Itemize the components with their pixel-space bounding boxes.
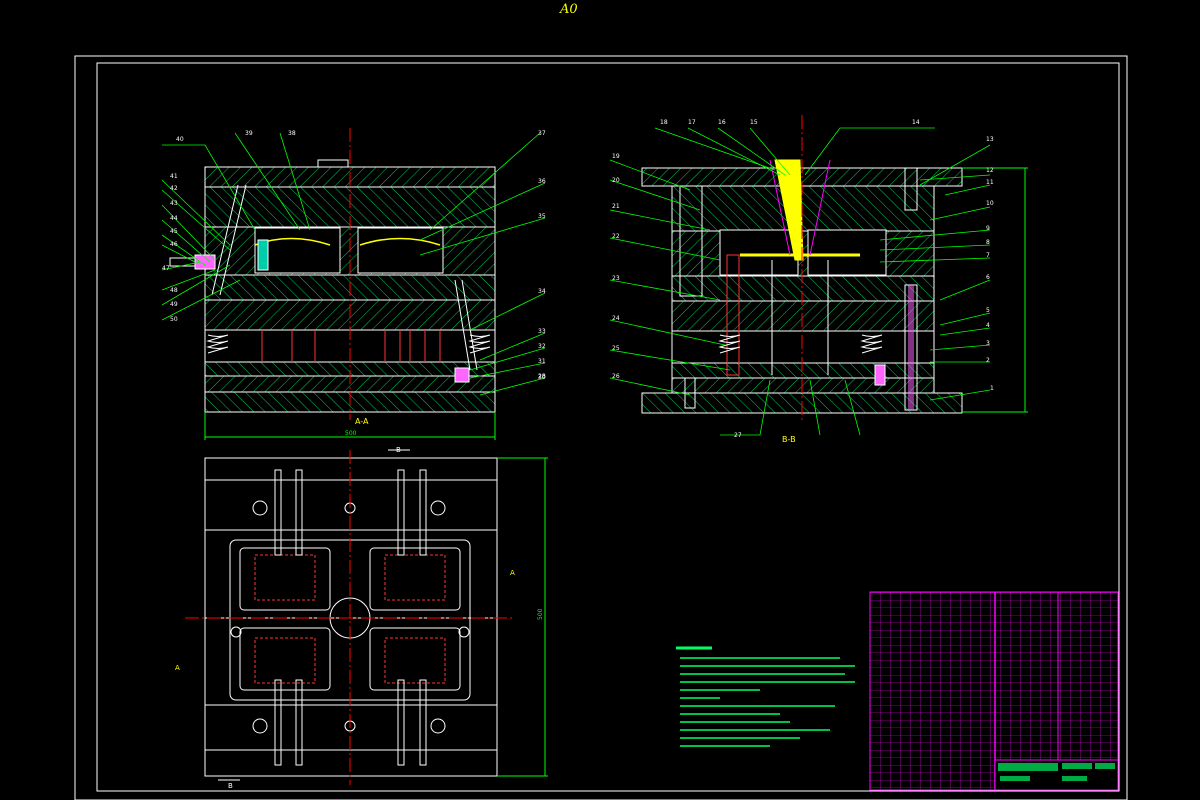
section-a-a-part-balloon: 39 bbox=[245, 130, 253, 137]
section-b-b-view: B-B bbox=[641, 115, 1028, 444]
section-a-a-part-balloon: 28 bbox=[538, 373, 546, 380]
section-b-b-part-balloon: 26 bbox=[612, 373, 620, 380]
section-b-b-part-balloon: 8 bbox=[986, 239, 990, 246]
section-b-b-part-balloon: 11 bbox=[986, 179, 994, 186]
section-a-a-part-balloon: 46 bbox=[170, 241, 178, 248]
section-a-a-part-balloon: 40 bbox=[176, 136, 184, 143]
section-b-b-part-balloon: 18 bbox=[660, 119, 668, 126]
section-b-b-part-balloon: 12 bbox=[986, 167, 994, 174]
section-b-b-part-balloon: 23 bbox=[612, 275, 620, 282]
section-a-a-part-balloon: 38 bbox=[288, 130, 296, 137]
section-b-b-part-balloon: 15 bbox=[750, 119, 758, 126]
section-a-a-part-balloon: 44 bbox=[170, 215, 178, 222]
section-a-a-part-balloon: 31 bbox=[538, 358, 546, 365]
section-b-b-part-balloon: 7 bbox=[986, 252, 990, 259]
section-b-b-part-balloon: 20 bbox=[612, 177, 620, 184]
section-a-a-part-balloon: 50 bbox=[170, 316, 178, 323]
plan-height-dimension: 500 bbox=[537, 608, 544, 620]
section-a-a-part-balloon: 49 bbox=[170, 301, 178, 308]
section-a-a-part-balloon: 45 bbox=[170, 228, 178, 235]
section-a-a-part-balloon: 37 bbox=[538, 130, 546, 137]
technical-requirements-notes bbox=[676, 646, 855, 747]
section-a-a-part-balloon: 47 bbox=[162, 265, 170, 272]
section-a-a-view: 500 A-A bbox=[169, 128, 496, 440]
section-b-b-part-balloon: 3 bbox=[986, 340, 990, 347]
section-b-b-part-balloon: 14 bbox=[912, 119, 920, 126]
section-a-a-part-balloon: 35 bbox=[538, 213, 546, 220]
section-a-a-part-balloon: 33 bbox=[538, 328, 546, 335]
section-b-b-part-balloon: 22 bbox=[612, 233, 620, 240]
plan-view: 500 B B A A bbox=[175, 446, 548, 790]
section-b-b-part-balloon: 16 bbox=[718, 119, 726, 126]
section-a-a-part-balloon: 41 bbox=[170, 173, 178, 180]
section-a-a-part-balloon: 34 bbox=[538, 288, 546, 295]
section-b-b-part-balloon: 2 bbox=[986, 357, 990, 364]
section-a-a-label: A-A bbox=[355, 417, 369, 426]
section-b-b-part-balloon: 27 bbox=[734, 432, 742, 439]
section-b-b-part-balloon: 1 bbox=[990, 385, 994, 392]
section-a-a-part-balloon: 36 bbox=[538, 178, 546, 185]
section-a-a-width-dimension: 500 bbox=[345, 430, 357, 437]
section-b-b-part-balloon: 24 bbox=[612, 315, 620, 322]
section-a-a-part-balloon: 42 bbox=[170, 185, 178, 192]
title-block bbox=[869, 591, 1119, 791]
plan-cut-b-bottom: B bbox=[228, 782, 233, 790]
section-b-b-part-balloon: 21 bbox=[612, 203, 620, 210]
section-b-b-part-balloon: 10 bbox=[986, 200, 994, 207]
section-b-b-part-balloon: 9 bbox=[986, 225, 990, 232]
section-b-b-part-balloon: 5 bbox=[986, 307, 990, 314]
section-b-b-part-balloon: 17 bbox=[688, 119, 696, 126]
section-b-b-part-balloon: 13 bbox=[986, 136, 994, 143]
section-a-a-part-balloon: 48 bbox=[170, 287, 178, 294]
section-b-b-part-balloon: 4 bbox=[986, 322, 990, 329]
section-a-a-part-balloon: 32 bbox=[538, 343, 546, 350]
plan-cut-a-right: A bbox=[510, 569, 515, 577]
section-a-a-part-balloon: 43 bbox=[170, 200, 178, 207]
section-b-b-part-balloon: 19 bbox=[612, 153, 620, 160]
section-b-b-label: B-B bbox=[782, 435, 796, 444]
drawing-canvas: 500 A-A B-B 500 B B A A 4041424344454647… bbox=[74, 55, 1128, 800]
section-b-b-part-balloon: 6 bbox=[986, 274, 990, 281]
plan-cut-a-left: A bbox=[175, 664, 180, 672]
section-b-b-part-balloon: 25 bbox=[612, 345, 620, 352]
